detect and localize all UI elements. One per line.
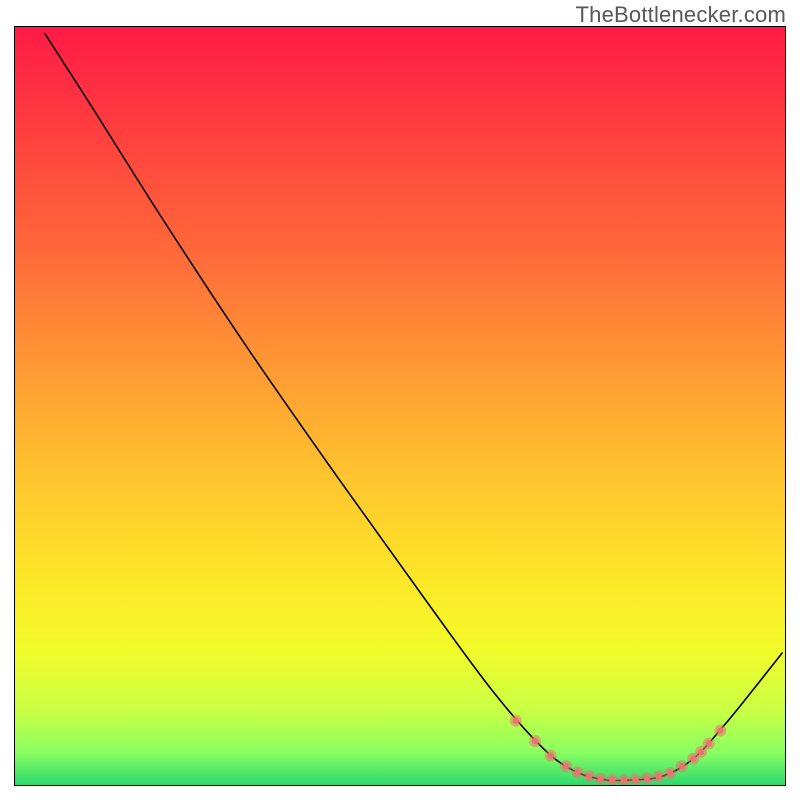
highlight-dot-core <box>655 773 661 779</box>
bottleneck-chart <box>0 0 800 800</box>
highlight-dot-core <box>598 776 604 782</box>
highlight-dot-core <box>563 763 569 769</box>
highlight-dot-core <box>690 755 696 761</box>
highlight-dot-core <box>679 763 685 769</box>
highlight-dot-core <box>586 773 592 779</box>
highlight-dot-core <box>717 727 723 733</box>
highlight-dot-core <box>667 770 673 776</box>
highlight-dot-core <box>644 775 650 781</box>
highlight-dot-core <box>574 769 580 775</box>
highlight-dot-core <box>632 777 638 783</box>
highlight-dot-core <box>547 752 553 758</box>
highlight-dot-core <box>698 749 704 755</box>
highlight-dot-core <box>706 740 712 746</box>
chart-container: TheBottlenecker.com <box>0 0 800 800</box>
highlight-dot-core <box>609 777 615 783</box>
watermark-text: TheBottlenecker.com <box>576 2 786 28</box>
highlight-dot-core <box>532 738 538 744</box>
highlight-dot-core <box>513 717 519 723</box>
highlight-dot-core <box>621 777 627 783</box>
